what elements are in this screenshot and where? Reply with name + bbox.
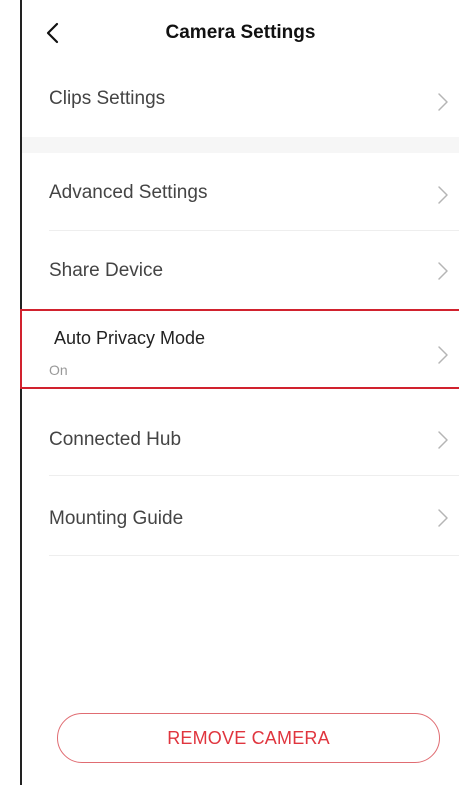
clips-settings-label: Clips Settings	[49, 88, 166, 109]
connected-hub-label: Connected Hub	[49, 429, 182, 450]
page-title: Camera Settings	[165, 22, 316, 43]
chevron-right-icon	[438, 186, 448, 204]
share-device-label: Share Device	[49, 260, 164, 281]
mounting-guide-label: Mounting Guide	[49, 508, 184, 529]
advanced-settings-label: Advanced Settings	[49, 182, 208, 203]
mounting-guide-item[interactable]: Mounting Guide	[22, 476, 459, 556]
remove-camera-label: REMOVE CAMERA	[167, 727, 330, 748]
connected-hub-item[interactable]: Connected Hub	[22, 391, 459, 476]
share-device-item[interactable]: Share Device	[22, 231, 459, 309]
section-separator	[22, 137, 459, 153]
divider	[49, 555, 459, 556]
chevron-right-icon	[438, 262, 448, 280]
advanced-settings-item[interactable]: Advanced Settings	[22, 153, 459, 231]
clips-settings-item[interactable]: Clips Settings	[22, 70, 459, 137]
chevron-right-icon	[438, 509, 448, 527]
chevron-right-icon	[438, 431, 448, 449]
chevron-right-icon	[438, 93, 448, 111]
app-screen: Camera Settings Clips Settings Advanced …	[0, 0, 459, 785]
header: Camera Settings	[22, 0, 459, 70]
remove-camera-button[interactable]: REMOVE CAMERA	[57, 713, 440, 763]
highlight-box	[20, 309, 459, 389]
